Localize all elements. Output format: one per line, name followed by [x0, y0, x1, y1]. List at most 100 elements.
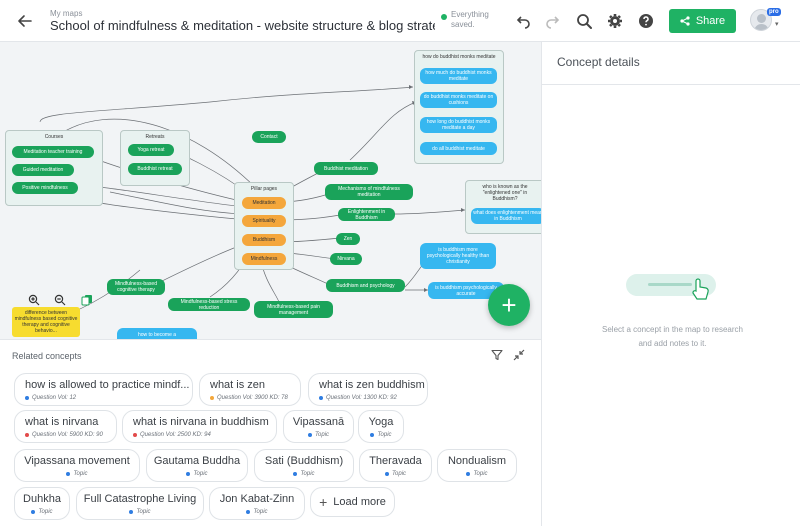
related-chip-sub: Topic — [136, 509, 151, 515]
node-buddhism-psychology[interactable]: Buddhism and psychology — [326, 279, 405, 292]
pro-badge: pro — [767, 8, 781, 16]
related-chip-meta: Topic — [255, 471, 353, 477]
related-chip[interactable]: what is nirvana in buddhism Question Vol:… — [122, 410, 277, 443]
node-mbct[interactable]: Mindfulness-based cognitive therapy — [107, 279, 165, 295]
help-icon[interactable] — [636, 11, 656, 31]
node-teacher-training[interactable]: Meditation teacher training — [12, 146, 94, 158]
related-chip[interactable]: Yoga Topic — [358, 410, 404, 443]
redo-icon[interactable] — [543, 11, 563, 31]
add-concept-button[interactable]: + — [488, 284, 530, 326]
node-mechanisms[interactable]: Mechanisms of mindfulness meditation — [325, 184, 413, 200]
share-icon — [680, 16, 690, 26]
related-chip-meta: Question Vol: 3900 KD: 78 — [210, 395, 288, 401]
related-chip-meta: Question Vol: 12 — [25, 395, 76, 401]
node-monks-cushions[interactable]: do buddhist monks meditate on cushions — [420, 92, 497, 108]
node-mbpm[interactable]: Mindfulness-based pain management — [254, 301, 333, 318]
load-more-label: Load more — [333, 496, 386, 508]
related-concepts-title: Related concepts — [12, 351, 82, 361]
related-chip[interactable]: what is nirvana Question Vol: 5900 KD: 90 — [14, 410, 117, 443]
save-status-text: Everything saved. — [451, 10, 489, 29]
status-dot — [466, 472, 471, 476]
related-chip-sub: Topic — [73, 471, 88, 477]
status-dot — [186, 472, 191, 476]
related-chip[interactable]: Vipassana movement Topic — [14, 449, 140, 482]
concept-details-title: Concept details — [557, 55, 640, 69]
note-difference[interactable]: difference between mindfulness based cog… — [12, 307, 80, 337]
zoom-in-icon[interactable] — [27, 293, 41, 307]
related-chip-sub: Question Vol: 1300 KD: 92 — [326, 395, 397, 401]
node-pillar-mindfulness[interactable]: Mindfulness — [242, 253, 286, 265]
related-chip-label: what is nirvana in buddhism — [133, 416, 269, 428]
share-label: Share — [695, 15, 726, 27]
node-buddhist-retreat[interactable]: Buddhist retreat — [128, 163, 182, 175]
node-mbsr[interactable]: Mindfulness-based stress reduction — [168, 298, 250, 311]
related-chip-sub: Topic — [377, 432, 392, 438]
status-dot — [210, 396, 214, 400]
node-buddhist-meditation[interactable]: Buddhist meditation — [314, 162, 378, 175]
related-chip[interactable]: Gautama Buddha Topic — [146, 449, 248, 482]
node-zen[interactable]: Zen — [336, 233, 360, 245]
node-nirvana[interactable]: Nirvana — [330, 253, 362, 265]
related-chip-label: Duhkha — [23, 493, 61, 505]
related-chip[interactable]: Sati (Buddhism) Topic — [254, 449, 354, 482]
node-do-all-buddhist[interactable]: do all buddhist meditate — [420, 142, 497, 155]
related-chip-label: Vipassanā — [292, 416, 345, 428]
related-chip-sub: Topic — [314, 432, 330, 438]
related-chip[interactable]: Theravada Topic — [359, 449, 432, 482]
collapse-icon[interactable] — [512, 348, 526, 362]
related-chip[interactable]: Duhkha Topic — [14, 487, 70, 520]
node-pillar-meditation[interactable]: Meditation — [242, 197, 286, 209]
zoom-out-icon[interactable] — [53, 293, 67, 307]
status-dot — [293, 472, 298, 476]
related-chip[interactable]: how is allowed to practice mindf... Quest… — [14, 373, 193, 406]
related-chip-label: Theravada — [369, 455, 422, 467]
node-enlightenment[interactable]: Enlightenment in Buddhism — [338, 208, 395, 221]
node-how-long-monks[interactable]: how long do buddhist monks meditate a da… — [420, 117, 497, 133]
related-chip-label: Vipassana movement — [24, 455, 130, 467]
plus-icon: + — [319, 494, 328, 510]
related-chip[interactable]: Vipassanā Topic — [283, 410, 354, 443]
filter-icon[interactable] — [490, 348, 504, 362]
group-enlightened[interactable]: who is known as the "enlightened one" in… — [465, 180, 541, 234]
chevron-down-icon[interactable]: ▾ — [775, 20, 779, 28]
related-chip-sub: Question Vol: 2500 KD: 94 — [140, 432, 211, 438]
group-label-pillar: Pillar pages — [250, 186, 278, 192]
related-chip-label: what is zen buddhism — [319, 379, 425, 391]
related-chip[interactable]: Nondualism Topic — [437, 449, 517, 482]
related-chip-label: Yoga — [368, 416, 394, 428]
node-how-much-monks[interactable]: how much do buddhist monks meditate — [420, 68, 497, 84]
related-chip[interactable]: Jon Kabat-Zinn Topic — [209, 487, 305, 520]
node-what-does-enlightenment[interactable]: what does enlightenment mean in Buddhism — [471, 208, 541, 224]
group-retreats[interactable]: Retreats — [120, 130, 190, 186]
map-title[interactable]: School of mindfulness & meditation - web… — [50, 18, 435, 33]
related-chip-meta: Topic — [359, 432, 403, 438]
node-guided-meditation[interactable]: Guided meditation — [12, 164, 74, 176]
node-contact[interactable]: Contact — [252, 131, 286, 143]
related-chip-meta: Topic — [360, 471, 431, 477]
related-chip[interactable]: what is zen buddhism Question Vol: 1300 K… — [308, 373, 428, 406]
undo-icon[interactable] — [513, 11, 533, 31]
related-chip-meta: Question Vol: 2500 KD: 94 — [133, 432, 211, 438]
copy-icon[interactable] — [80, 293, 94, 307]
node-yoga-retreat[interactable]: Yoga retreat — [128, 144, 174, 156]
search-icon[interactable] — [574, 11, 594, 31]
node-pillar-buddhism[interactable]: Buddhism — [242, 234, 286, 246]
related-chip[interactable]: what is zen Question Vol: 3900 KD: 78 — [199, 373, 301, 406]
gear-icon[interactable] — [605, 11, 625, 31]
related-chip-label: Full Catastrophe Living — [83, 493, 197, 505]
mind-map-canvas[interactable]: Courses Meditation teacher training Guid… — [0, 42, 541, 339]
related-chip-label: what is nirvana — [25, 416, 99, 428]
load-more-button[interactable]: + Load more — [310, 487, 395, 517]
empty-state-text: Select a concept in the map to research … — [602, 325, 743, 348]
back-arrow-icon[interactable] — [14, 10, 36, 32]
node-how-to-become[interactable]: how to become a — [117, 328, 197, 339]
node-positive-mindfulness[interactable]: Positive mindfulness — [12, 182, 78, 194]
plus-icon: + — [501, 289, 517, 320]
status-dot — [31, 510, 36, 514]
node-pillar-spirituality[interactable]: Spirituality — [242, 215, 286, 227]
status-dot — [319, 396, 323, 400]
breadcrumb[interactable]: My maps — [50, 9, 82, 18]
node-more-psych-healthy[interactable]: is buddhism more psychologically healthy… — [420, 243, 496, 269]
share-button[interactable]: Share — [669, 9, 736, 33]
related-chip[interactable]: Full Catastrophe Living Topic — [76, 487, 204, 520]
